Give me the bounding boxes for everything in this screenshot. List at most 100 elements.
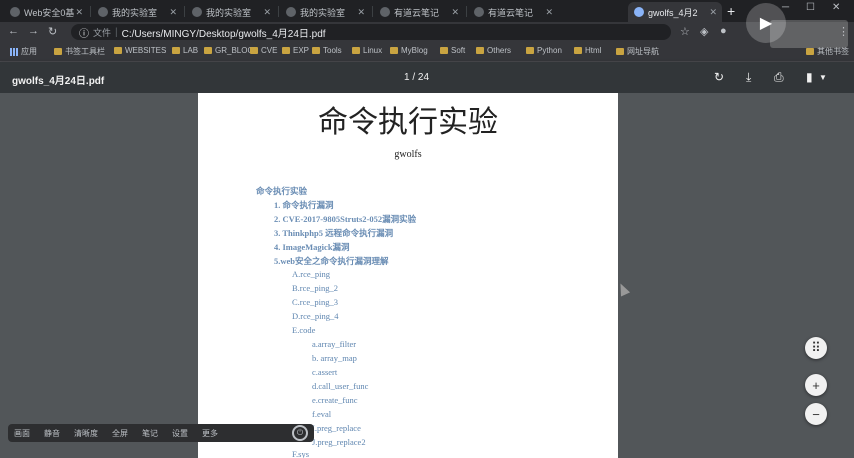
bookmark-folder[interactable]: CVE bbox=[250, 46, 277, 55]
pdf-viewer[interactable]: 命令执行实验 gwolfs 命令执行实验 1. 命令执行漏洞 2. CVE-20… bbox=[0, 93, 854, 458]
toc-entry[interactable]: J.preg_replace2 bbox=[312, 437, 366, 447]
bookmark-folder[interactable]: Html bbox=[574, 46, 601, 55]
bookmark-folder[interactable]: Linux bbox=[352, 46, 382, 55]
toc-entry[interactable]: C.rce_ping_3 bbox=[292, 297, 338, 307]
folder-icon bbox=[574, 47, 582, 54]
bookmark-label: Tools bbox=[323, 46, 342, 55]
toc-entry[interactable]: b. array_map bbox=[312, 353, 357, 363]
rotate-icon[interactable]: ↻ bbox=[714, 70, 724, 84]
bookmark-label: Python bbox=[537, 46, 562, 55]
maximize-icon[interactable]: ☐ bbox=[806, 2, 815, 13]
close-icon[interactable]: ✕ bbox=[709, 7, 717, 18]
toc-entry[interactable]: 4. ImageMagick漏洞 bbox=[274, 241, 350, 253]
back-arrow-icon[interactable]: ← bbox=[8, 25, 19, 37]
bookmark-folder[interactable]: Python bbox=[526, 46, 562, 55]
bookmark-folder[interactable]: EXP bbox=[282, 46, 309, 55]
minimize-icon[interactable]: ─ bbox=[782, 2, 789, 13]
globe-icon bbox=[634, 7, 644, 17]
info-icon: ⓘ bbox=[79, 28, 89, 40]
shield-icon bbox=[98, 7, 108, 17]
toc-entry[interactable]: c.assert bbox=[312, 367, 337, 377]
toc-entry[interactable]: D.rce_ping_4 bbox=[292, 311, 339, 321]
bookmark-label: LAB bbox=[183, 46, 199, 55]
page-indicator[interactable]: 1 / 24 bbox=[404, 72, 429, 83]
player-item[interactable]: 全屏 bbox=[112, 428, 128, 439]
tab-0[interactable]: Web安全0基 ✕ bbox=[4, 2, 88, 22]
toc-entry[interactable]: a.array_filter bbox=[312, 339, 356, 349]
bookmark-icon[interactable]: ▮ bbox=[806, 70, 813, 84]
print-icon[interactable]: ⎙ bbox=[774, 70, 784, 85]
bookmark-folder[interactable]: GR_BLOG bbox=[204, 46, 254, 55]
bookmark-folder[interactable]: Soft bbox=[440, 46, 465, 55]
player-control-bar: 画面 静音 清晰度 全屏 笔记 设置 更多 ⏻ bbox=[8, 424, 314, 442]
bookmark-label: Linux bbox=[363, 46, 383, 55]
close-icon[interactable]: ✕ bbox=[75, 7, 83, 18]
star-icon[interactable]: ☆ bbox=[680, 25, 690, 38]
toc-entry[interactable]: 命令执行实验 bbox=[256, 185, 307, 197]
new-tab-plus-icon[interactable]: + bbox=[727, 3, 735, 19]
toc-entry[interactable]: 2. CVE-2017-9805Struts2-052漏洞实验 bbox=[274, 213, 416, 225]
close-icon[interactable]: ✕ bbox=[169, 7, 177, 18]
bookmark-label: CVE bbox=[261, 46, 278, 55]
bookmark-folder[interactable]: MyBlog bbox=[390, 46, 428, 55]
folder-icon bbox=[282, 47, 290, 54]
player-item[interactable]: 设置 bbox=[172, 428, 188, 439]
toc-entry[interactable]: d.call_user_func bbox=[312, 381, 368, 391]
bookmark-folder[interactable]: 书签工具栏 bbox=[54, 46, 105, 57]
zoom-out-button[interactable]: − bbox=[805, 403, 827, 425]
tab-4[interactable]: 有道云笔记 ✕ bbox=[374, 2, 464, 22]
toc-entry[interactable]: A.rce_ping bbox=[292, 269, 330, 279]
close-icon[interactable]: ✕ bbox=[545, 7, 553, 18]
bookmark-folder[interactable]: WEBSITES bbox=[114, 46, 166, 55]
toc-entry[interactable]: I.preg_replace bbox=[312, 423, 361, 433]
tab-3[interactable]: 我的实验室 ✕ bbox=[280, 2, 370, 22]
tab-1[interactable]: 我的实验室 ✕ bbox=[92, 2, 182, 22]
toc-entry[interactable]: E.code bbox=[292, 325, 315, 335]
tab-title: 我的实验室 bbox=[206, 7, 252, 18]
document-author: gwolfs bbox=[394, 149, 422, 160]
close-icon[interactable]: ✕ bbox=[451, 7, 459, 18]
chevron-down-icon[interactable]: ▼ bbox=[819, 73, 827, 82]
bookmark-folder[interactable]: Tools bbox=[312, 46, 342, 55]
toc-entry[interactable]: 3. Thinkphp5 远程命令执行漏洞 bbox=[274, 227, 393, 239]
extension-icon[interactable]: ◈ bbox=[700, 25, 708, 38]
toc-entry[interactable]: e.create_func bbox=[312, 395, 358, 405]
bookmark-label: Others bbox=[487, 46, 512, 55]
tab-5[interactable]: 有道云笔记 ✕ bbox=[468, 2, 558, 22]
bookmark-label: 网址导航 bbox=[627, 47, 659, 56]
player-item[interactable]: 清晰度 bbox=[74, 428, 98, 439]
player-item[interactable]: 笔记 bbox=[142, 428, 158, 439]
toc-entry[interactable]: f.eval bbox=[312, 409, 331, 419]
close-icon[interactable]: ✕ bbox=[263, 7, 271, 18]
bookmark-label: 书签工具栏 bbox=[65, 47, 105, 56]
tab-6-active[interactable]: gwolfs_4月2 ✕ bbox=[628, 2, 722, 22]
reload-icon[interactable]: ↻ bbox=[48, 25, 57, 38]
close-icon[interactable]: ✕ bbox=[357, 7, 365, 18]
bookmark-apps[interactable]: 应用 bbox=[10, 46, 37, 57]
download-icon[interactable]: ⤓ bbox=[746, 70, 751, 85]
profile-icon[interactable]: ● bbox=[720, 25, 727, 37]
toc-entry[interactable]: 5.web安全之命令执行漏洞理解 bbox=[274, 255, 389, 267]
toc-entry[interactable]: F.sys bbox=[292, 449, 309, 458]
tab-2[interactable]: 我的实验室 ✕ bbox=[186, 2, 276, 22]
fit-page-button[interactable]: ⠿ bbox=[805, 337, 827, 359]
folder-icon bbox=[616, 48, 624, 55]
power-icon[interactable]: ⏻ bbox=[292, 425, 308, 441]
bookmark-folder[interactable]: 网址导航 bbox=[616, 46, 659, 57]
play-icon[interactable]: ▶ bbox=[746, 3, 786, 43]
bookmark-folder[interactable]: Others bbox=[476, 46, 511, 55]
window-close-icon[interactable]: ✕ bbox=[832, 2, 840, 13]
tab-title: 有道云笔记 bbox=[488, 7, 534, 18]
toc-entry[interactable]: B.rce_ping_2 bbox=[292, 283, 338, 293]
forward-arrow-icon[interactable]: → bbox=[28, 25, 39, 37]
folder-icon bbox=[390, 47, 398, 54]
player-item[interactable]: 更多 bbox=[202, 428, 218, 439]
address-bar[interactable]: ⓘ 文件 | C:/Users/MINGY/Desktop/gwolfs_4月2… bbox=[71, 24, 671, 40]
url-text: C:/Users/MINGY/Desktop/gwolfs_4月24日.pdf bbox=[121, 28, 326, 40]
zoom-in-button[interactable]: + bbox=[805, 374, 827, 396]
player-item[interactable]: 静音 bbox=[44, 428, 60, 439]
player-item[interactable]: 画面 bbox=[14, 428, 30, 439]
bookmark-folder[interactable]: LAB bbox=[172, 46, 198, 55]
folder-icon bbox=[526, 47, 534, 54]
toc-entry[interactable]: 1. 命令执行漏洞 bbox=[274, 199, 334, 211]
